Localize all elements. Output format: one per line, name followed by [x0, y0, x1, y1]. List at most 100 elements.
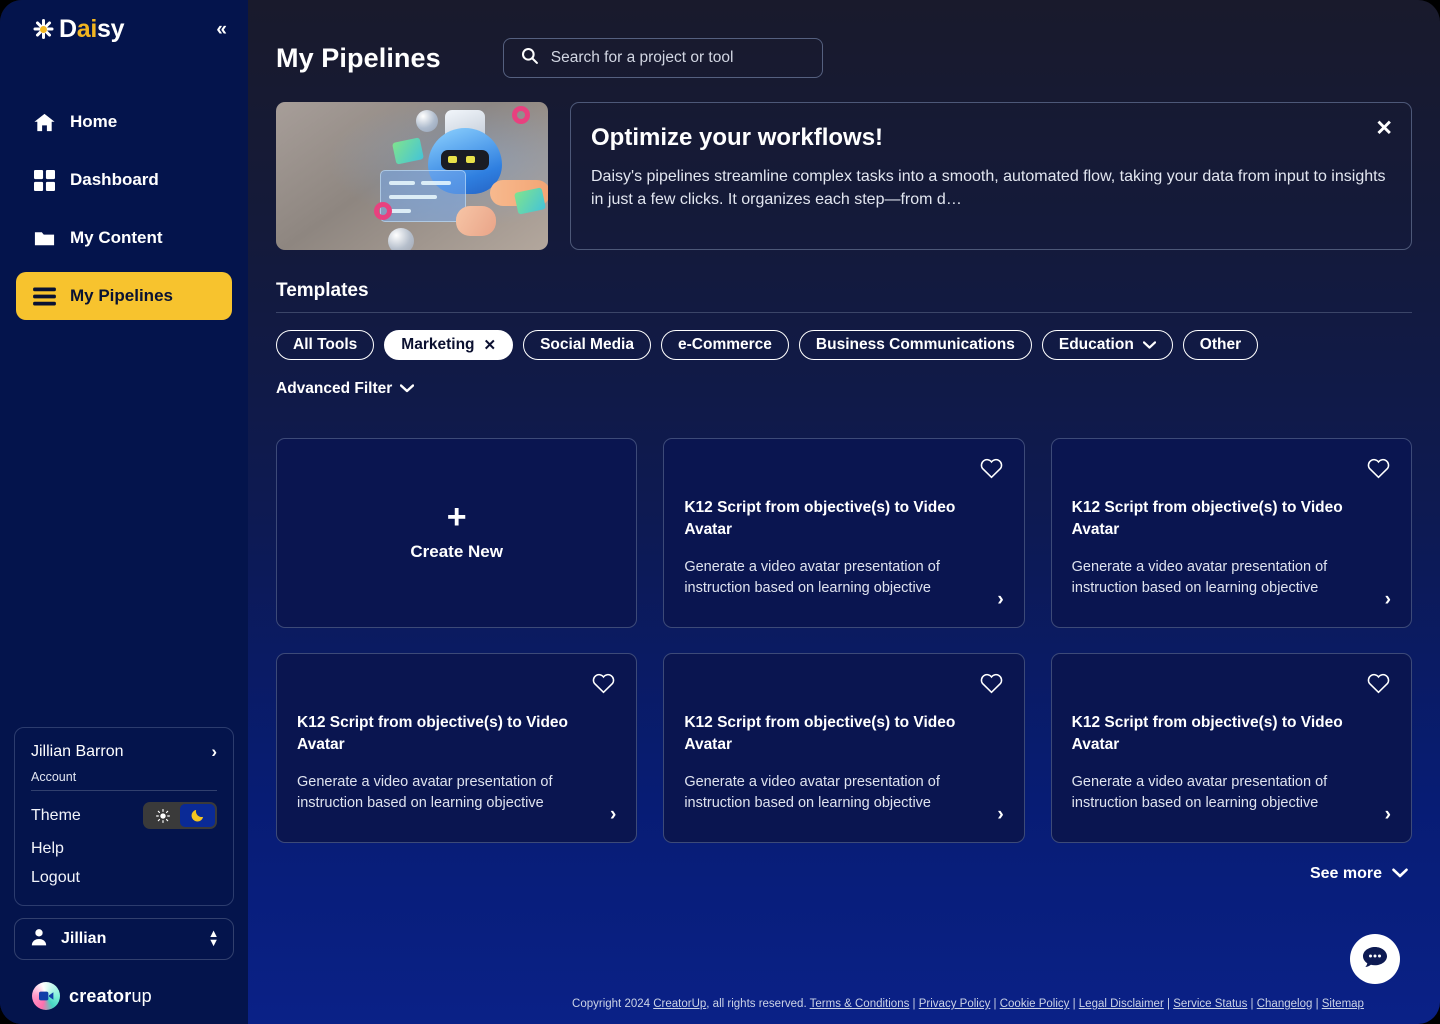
help-row[interactable]: Help: [31, 840, 217, 858]
page-title: My Pipelines: [276, 42, 441, 73]
banner-illustration: [276, 102, 548, 250]
chevron-right-icon[interactable]: ›: [1385, 589, 1391, 611]
sidebar-item-my-content[interactable]: My Content: [16, 214, 232, 262]
chevron-down-icon: [400, 380, 415, 398]
filter-chip-e-commerce[interactable]: e-Commerce: [661, 330, 789, 360]
close-icon[interactable]: ✕: [1375, 118, 1393, 139]
chevron-down-icon: [1392, 865, 1408, 883]
filter-chip-label: Education: [1058, 336, 1134, 353]
filter-chip-label: Social Media: [540, 336, 634, 353]
favorite-heart-icon[interactable]: [979, 672, 1004, 699]
chevron-right-icon[interactable]: ›: [211, 742, 217, 762]
chat-bubble-icon: [1362, 946, 1388, 973]
daisy-flower-icon: [32, 18, 54, 40]
donut-decoration: [512, 106, 530, 124]
see-more-button[interactable]: See more: [248, 843, 1440, 883]
account-name: Jillian Barron: [31, 743, 124, 760]
template-card-title: K12 Script from objective(s) to Video Av…: [1071, 714, 1343, 753]
favorite-heart-icon[interactable]: [1366, 672, 1391, 699]
template-card[interactable]: K12 Script from objective(s) to Video Av…: [1050, 438, 1412, 628]
advanced-filter-toggle[interactable]: Advanced Filter: [248, 360, 442, 398]
footer-link-terms-conditions[interactable]: Terms & Conditions: [810, 998, 910, 1010]
template-card[interactable]: K12 Script from objective(s) to Video Av…: [663, 438, 1025, 628]
chevron-right-icon[interactable]: ›: [997, 589, 1003, 611]
filter-chip-other[interactable]: Other: [1182, 330, 1259, 360]
favorite-heart-icon[interactable]: [979, 457, 1004, 484]
chevron-right-icon[interactable]: ›: [997, 804, 1003, 826]
favorite-heart-icon[interactable]: [1366, 457, 1391, 484]
footer-link-legal-disclaimer[interactable]: Legal Disclaimer: [1079, 998, 1164, 1010]
account-name-row[interactable]: Jillian Barron ›: [31, 742, 217, 762]
chevron-right-icon[interactable]: ›: [610, 804, 616, 826]
banner-card: Optimize your workflows! Daisy's pipelin…: [570, 102, 1412, 250]
create-new-card[interactable]: + Create New: [276, 438, 638, 628]
sun-icon[interactable]: [145, 804, 180, 827]
footer-separator: |: [1163, 998, 1174, 1010]
filter-chip-all-tools[interactable]: All Tools: [276, 330, 375, 360]
user-select-name: Jillian: [61, 930, 107, 947]
sidebar-item-label: Dashboard: [70, 170, 159, 189]
filter-chip-label: Marketing: [401, 336, 475, 353]
donut-decoration: [374, 202, 392, 220]
footer: Copyright 2024 CreatorUp, all rights res…: [496, 998, 1440, 1010]
robot-eye-left: [448, 156, 457, 163]
robot-hand: [456, 206, 496, 236]
search-box[interactable]: [502, 38, 823, 78]
chat-button[interactable]: [1350, 934, 1400, 984]
footer-link-privacy-policy[interactable]: Privacy Policy: [919, 998, 991, 1010]
creatorup-text: creatorup: [69, 985, 152, 1006]
footer-link-service-status[interactable]: Service Status: [1173, 998, 1247, 1010]
collapse-sidebar-button[interactable]: «: [210, 16, 230, 43]
chevron-right-icon[interactable]: ›: [1385, 804, 1391, 826]
sidebar-item-dashboard[interactable]: Dashboard: [16, 156, 232, 204]
template-card[interactable]: K12 Script from objective(s) to Video Av…: [1050, 653, 1412, 843]
footer-rights: , all rights reserved.: [706, 998, 810, 1010]
templates-section-title: Templates: [276, 280, 369, 301]
sidebar-item-label: My Pipelines: [70, 286, 173, 305]
filter-chip-social-media[interactable]: Social Media: [523, 330, 651, 360]
robot-eye-right: [466, 156, 475, 163]
moon-icon[interactable]: [180, 804, 215, 827]
template-card-title: K12 Script from objective(s) to Video Av…: [684, 499, 956, 538]
daisy-logo-text: Daisy: [59, 14, 125, 43]
search-input[interactable]: [550, 49, 806, 67]
plus-icon: +: [446, 498, 467, 537]
bubble-decoration: [388, 228, 414, 250]
chevron-down-icon[interactable]: [1142, 338, 1156, 352]
photo-card-decoration: [392, 137, 424, 165]
filter-chip-education[interactable]: Education: [1041, 330, 1173, 360]
chip-remove-icon[interactable]: ✕: [484, 336, 497, 354]
filter-chips: All Tools Marketing ✕ Social Media e-Commerc…: [248, 313, 1440, 360]
theme-toggle[interactable]: [143, 802, 217, 829]
template-card-description: Generate a video avatar presentation of …: [684, 774, 940, 811]
template-card[interactable]: K12 Script from objective(s) to Video Av…: [663, 653, 1025, 843]
footer-link-sitemap[interactable]: Sitemap: [1322, 998, 1364, 1010]
template-card[interactable]: K12 Script from objective(s) to Video Av…: [276, 653, 638, 843]
sidebar-item-label: My Content: [70, 228, 163, 247]
app-window: Daisy « Home Dashboard My Content My Pip…: [0, 0, 1440, 1024]
filter-chip-marketing[interactable]: Marketing ✕: [384, 330, 514, 360]
creatorup-badge-icon: [32, 982, 60, 1010]
template-card-description: Generate a video avatar presentation of …: [1071, 559, 1328, 596]
footer-link-changelog[interactable]: Changelog: [1257, 998, 1313, 1010]
daisy-logo[interactable]: Daisy: [32, 14, 125, 44]
banner-body: Daisy's pipelines streamline complex tas…: [591, 168, 1386, 209]
stepper-icon[interactable]: ▲ ▼: [208, 929, 219, 949]
create-new-label: Create New: [410, 541, 503, 561]
sidebar: Daisy « Home Dashboard My Content My Pip…: [0, 0, 248, 1024]
see-more-label: See more: [1309, 865, 1382, 882]
theme-row: Theme: [31, 802, 217, 829]
sidebar-item-home[interactable]: Home: [16, 98, 232, 146]
logout-row[interactable]: Logout: [31, 869, 217, 887]
template-card-description: Generate a video avatar presentation of …: [684, 559, 940, 596]
banner-row: Optimize your workflows! Daisy's pipelin…: [248, 78, 1440, 250]
help-label: Help: [31, 840, 64, 857]
footer-link-cookie-policy[interactable]: Cookie Policy: [1000, 998, 1070, 1010]
favorite-heart-icon[interactable]: [591, 672, 616, 699]
footer-company-link[interactable]: CreatorUp: [653, 998, 706, 1010]
photo-card-decoration: [514, 187, 546, 215]
filter-chip-business-communications[interactable]: Business Communications: [798, 330, 1032, 360]
sidebar-item-my-pipelines[interactable]: My Pipelines: [16, 272, 232, 320]
user-select[interactable]: Jillian ▲ ▼: [14, 918, 234, 960]
filter-chip-label: Other: [1199, 336, 1242, 353]
